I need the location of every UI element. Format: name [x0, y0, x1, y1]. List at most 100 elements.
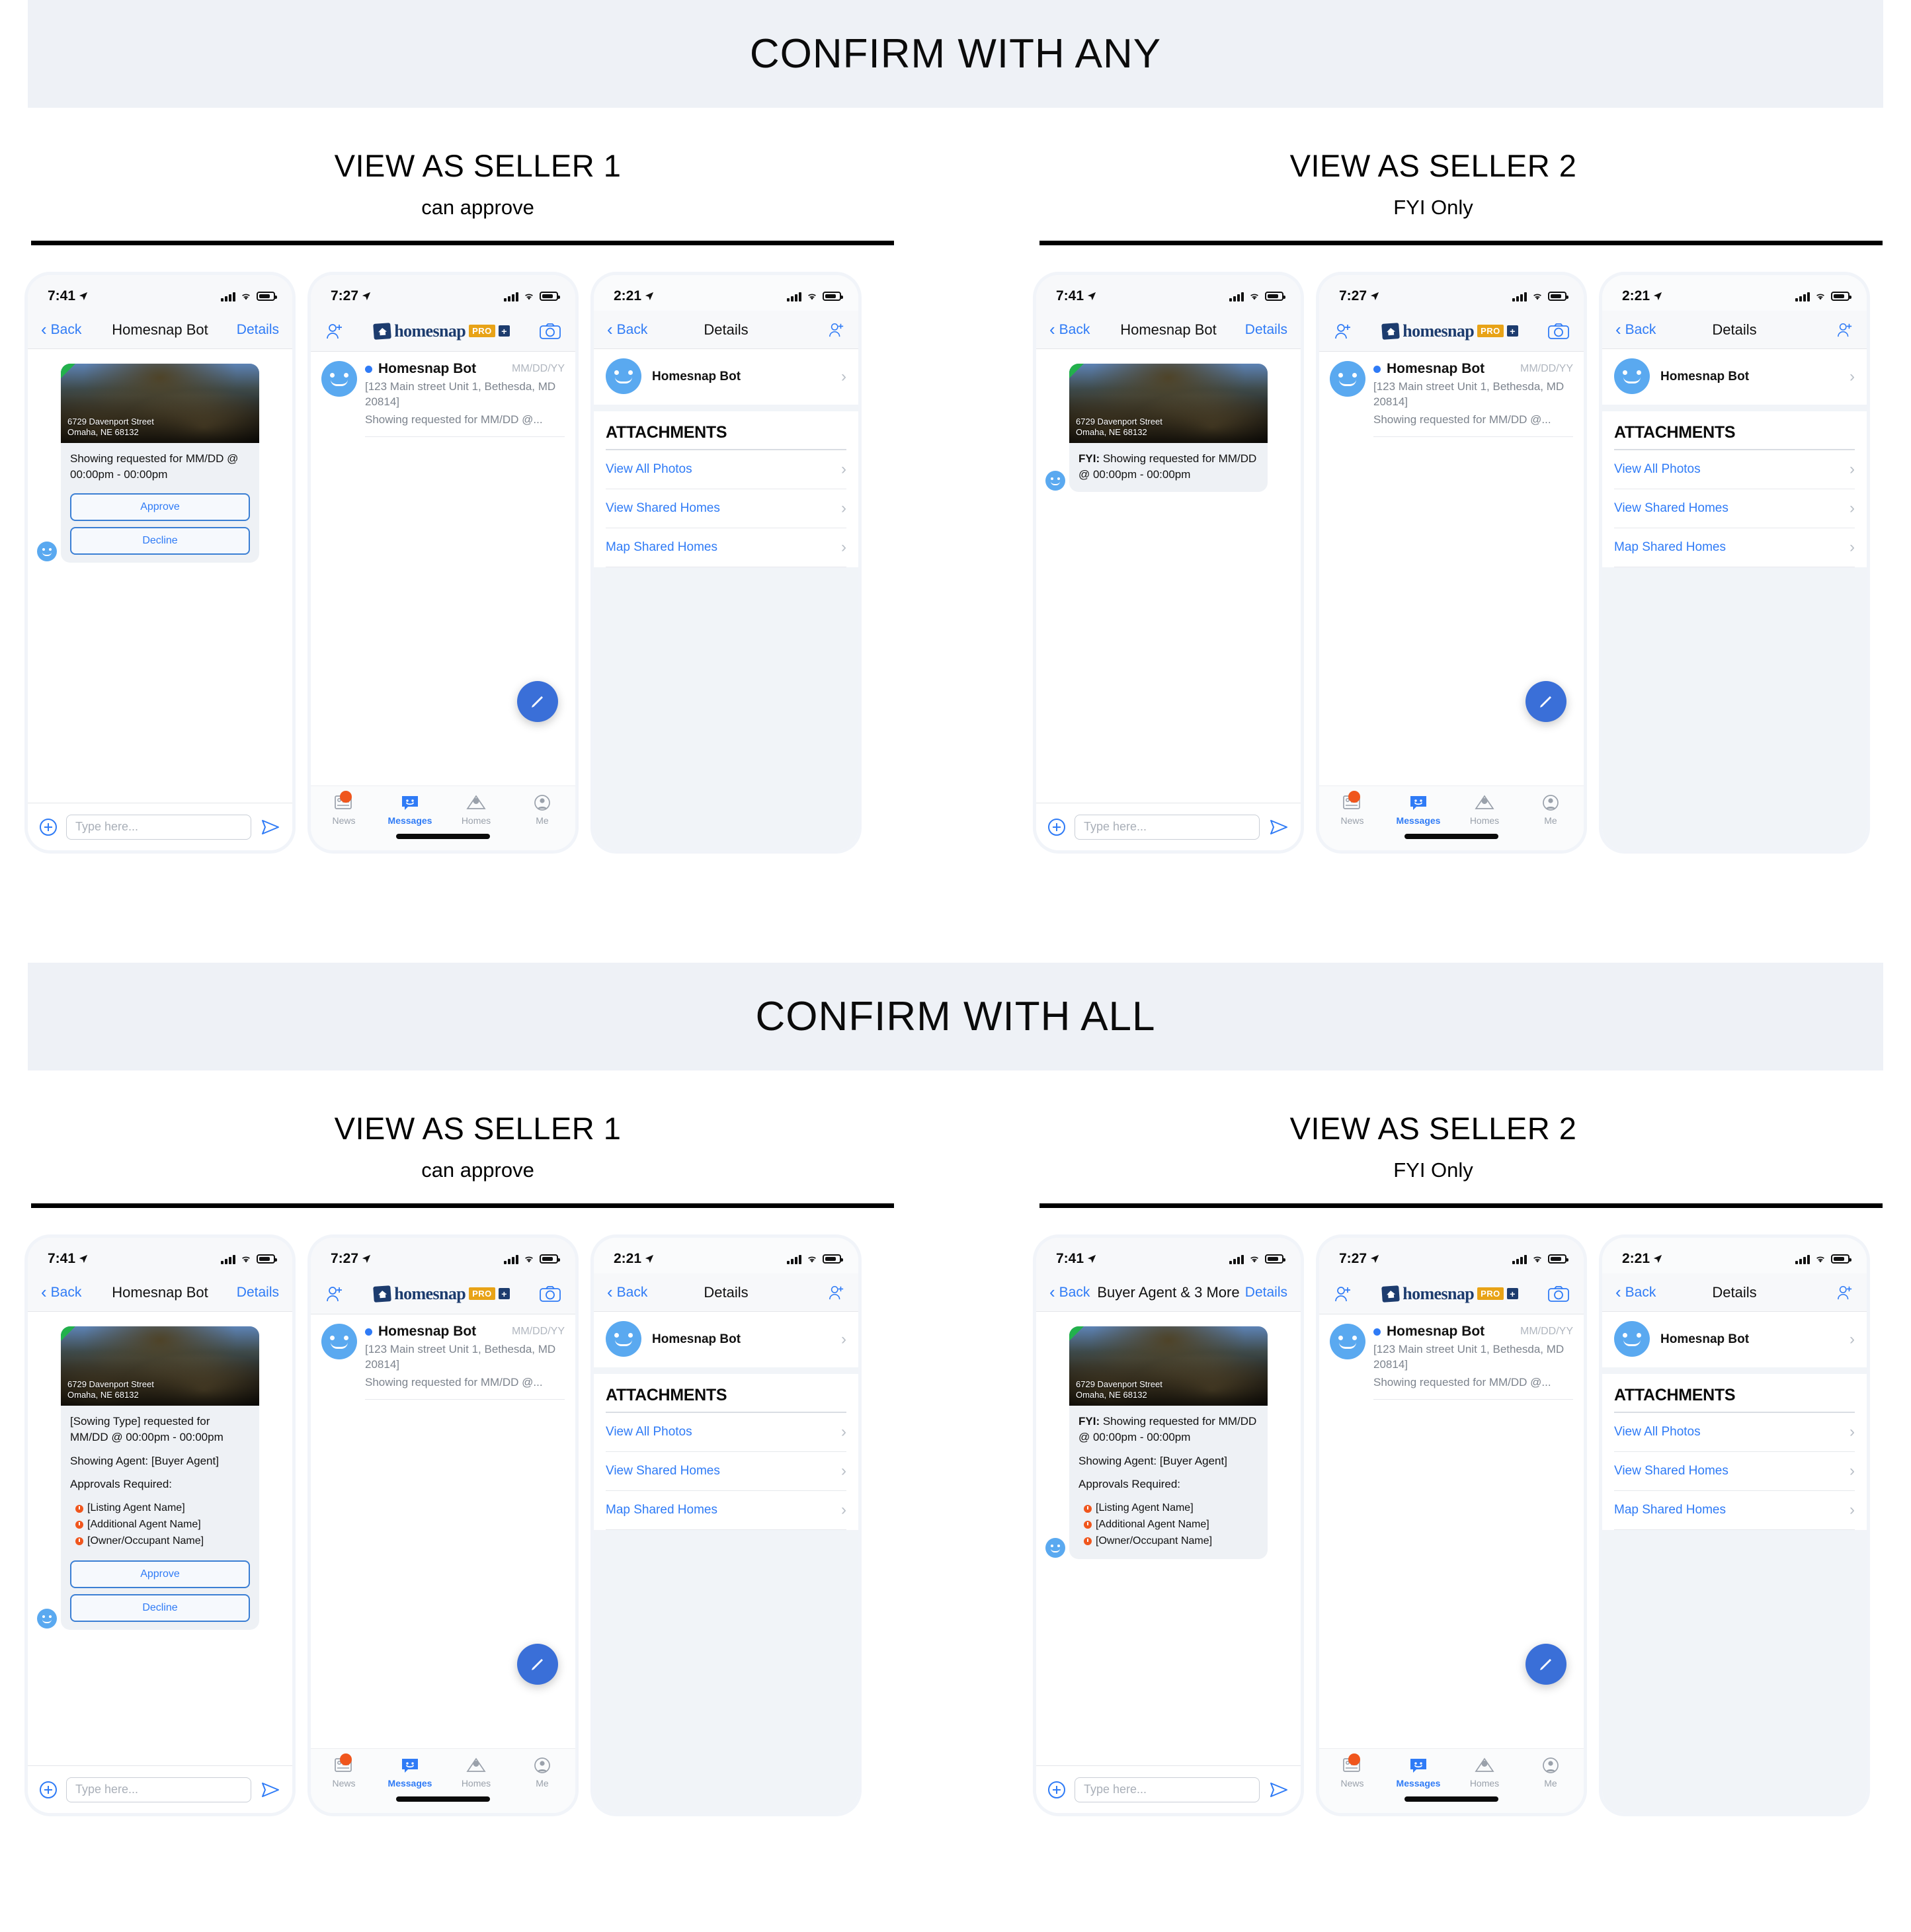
details-button[interactable]: Details: [237, 1285, 279, 1301]
back-button[interactable]: ‹ Back: [1615, 319, 1656, 340]
tab-news[interactable]: News: [311, 791, 377, 826]
camera-icon[interactable]: [1548, 1285, 1569, 1303]
news-badge: [1348, 791, 1360, 803]
attachment-row-photos[interactable]: View All Photos ›: [1614, 1413, 1855, 1452]
chevron-right-icon: ›: [841, 460, 846, 478]
details-button[interactable]: Details: [1245, 322, 1287, 338]
attachment-row-photos[interactable]: View All Photos ›: [1614, 450, 1855, 489]
message-input[interactable]: Type here...: [1075, 1777, 1260, 1802]
contact-row[interactable]: Homesnap Bot ›: [1602, 1312, 1867, 1367]
listing-photo[interactable]: 6729 Davenport Street Omaha, NE 68132: [61, 364, 259, 443]
listing-photo[interactable]: 6729 Davenport Street Omaha, NE 68132: [1069, 1326, 1268, 1406]
phone-messages-list-any-s1: 7:27 homesnap PRO + Homesnap Bot MM/DD/Y…: [311, 275, 575, 850]
location-arrow-icon: [1087, 1254, 1096, 1264]
back-button[interactable]: ‹ Back: [607, 319, 647, 340]
camera-icon[interactable]: [540, 323, 561, 340]
add-person-button[interactable]: [1836, 1285, 1853, 1301]
tab-messages[interactable]: Messages: [377, 1757, 443, 1789]
message-input[interactable]: Type here...: [1075, 814, 1260, 840]
details-button[interactable]: Details: [237, 322, 279, 338]
contact-row[interactable]: Homesnap Bot ›: [594, 349, 858, 405]
details-button[interactable]: Details: [1245, 1285, 1287, 1301]
back-button[interactable]: ‹ Back: [41, 1282, 81, 1303]
add-person-icon[interactable]: [325, 323, 344, 340]
approve-button[interactable]: Approve: [70, 493, 250, 521]
approve-button[interactable]: Approve: [70, 1560, 250, 1588]
row-label: Map Shared Homes: [1614, 1503, 1726, 1517]
message-input[interactable]: Type here...: [66, 814, 251, 840]
conversation-date: MM/DD/YY: [512, 1326, 565, 1337]
tab-me[interactable]: Me: [509, 794, 575, 826]
attachment-row-shared-homes[interactable]: View Shared Homes ›: [606, 1452, 846, 1491]
add-attachment-icon[interactable]: [1048, 818, 1065, 836]
tab-me[interactable]: Me: [1518, 794, 1584, 826]
tab-homes[interactable]: Homes: [443, 794, 509, 826]
decline-button[interactable]: Decline: [70, 526, 250, 555]
tab-messages[interactable]: Messages: [377, 794, 443, 826]
add-attachment-icon[interactable]: [40, 1781, 57, 1798]
add-person-button[interactable]: [828, 322, 845, 338]
attachment-row-map-homes[interactable]: Map Shared Homes ›: [606, 1491, 846, 1530]
chat-thread: 6729 Davenport Street Omaha, NE 68132 FY…: [1036, 1312, 1301, 1765]
list-item[interactable]: Homesnap Bot MM/DD/YY [123 Main street U…: [1319, 1314, 1584, 1400]
tab-label: Me: [536, 815, 549, 826]
add-person-button[interactable]: [828, 1285, 845, 1301]
attachment-row-shared-homes[interactable]: View Shared Homes ›: [1614, 1452, 1855, 1491]
list-item[interactable]: Homesnap Bot MM/DD/YY [123 Main street U…: [1319, 352, 1584, 438]
back-button[interactable]: ‹ Back: [607, 1282, 647, 1303]
details-sheet: Homesnap Bot › ATTACHMENTS View All Phot…: [1602, 1312, 1867, 1813]
add-person-icon[interactable]: [325, 1285, 344, 1303]
send-icon[interactable]: [261, 819, 280, 836]
list-item[interactable]: Homesnap Bot MM/DD/YY [123 Main street U…: [311, 1314, 575, 1400]
tab-me[interactable]: Me: [1518, 1757, 1584, 1789]
status-bar: 2:21: [1602, 275, 1867, 311]
attachment-row-photos[interactable]: View All Photos ›: [606, 1413, 846, 1452]
add-attachment-icon[interactable]: [1048, 1781, 1065, 1798]
list-item[interactable]: Homesnap Bot MM/DD/YY [123 Main street U…: [311, 352, 575, 438]
tab-messages[interactable]: Messages: [1385, 1757, 1451, 1789]
tab-homes[interactable]: Homes: [1451, 1757, 1518, 1789]
compose-button[interactable]: [517, 1644, 558, 1685]
send-icon[interactable]: [261, 1781, 280, 1798]
details-label: Details: [236, 321, 279, 337]
attachment-row-map-homes[interactable]: Map Shared Homes ›: [1614, 1491, 1855, 1530]
send-icon[interactable]: [1269, 819, 1289, 836]
back-button[interactable]: ‹ Back: [1049, 319, 1090, 340]
back-button[interactable]: ‹ Back: [1615, 1282, 1656, 1303]
compose-button[interactable]: [1525, 681, 1566, 722]
camera-icon[interactable]: [1548, 323, 1569, 340]
listing-photo[interactable]: 6729 Davenport Street Omaha, NE 68132: [61, 1326, 259, 1406]
camera-icon[interactable]: [540, 1285, 561, 1303]
tab-news[interactable]: News: [1319, 1753, 1385, 1789]
home-indicator: [396, 834, 490, 839]
tab-news[interactable]: News: [311, 1753, 377, 1789]
decline-button[interactable]: Decline: [70, 1593, 250, 1622]
add-attachment-icon[interactable]: [40, 818, 57, 836]
add-person-button[interactable]: [1836, 322, 1853, 338]
message-input[interactable]: Type here...: [66, 1777, 251, 1802]
tab-homes[interactable]: Homes: [443, 1757, 509, 1789]
compose-button[interactable]: [517, 681, 558, 722]
attachment-row-map-homes[interactable]: Map Shared Homes ›: [1614, 528, 1855, 567]
back-button[interactable]: ‹ Back: [41, 319, 81, 340]
add-person-icon[interactable]: [1334, 323, 1352, 340]
attachment-row-shared-homes[interactable]: View Shared Homes ›: [1614, 489, 1855, 528]
back-button[interactable]: ‹ Back: [1049, 1282, 1090, 1303]
request-line: [Sowing Type] requested for MM/DD @ 00:0…: [70, 1415, 224, 1443]
listing-photo[interactable]: 6729 Davenport Street Omaha, NE 68132: [1069, 364, 1268, 443]
tab-news[interactable]: News: [1319, 791, 1385, 826]
contact-row[interactable]: Homesnap Bot ›: [594, 1312, 858, 1367]
attachment-row-shared-homes[interactable]: View Shared Homes ›: [606, 489, 846, 528]
attachment-row-photos[interactable]: View All Photos ›: [606, 450, 846, 489]
tab-me[interactable]: Me: [509, 1757, 575, 1789]
contact-row[interactable]: Homesnap Bot ›: [1602, 349, 1867, 405]
attachment-row-map-homes[interactable]: Map Shared Homes ›: [606, 528, 846, 567]
logo-plus-badge: +: [498, 1288, 510, 1299]
address-line-1: 6729 Davenport Street: [67, 416, 154, 426]
homesnap-pro-logo: homesnap PRO +: [1381, 1284, 1518, 1304]
compose-button[interactable]: [1525, 1644, 1566, 1685]
tab-messages[interactable]: Messages: [1385, 794, 1451, 826]
tab-homes[interactable]: Homes: [1451, 794, 1518, 826]
send-icon[interactable]: [1269, 1781, 1289, 1798]
add-person-icon[interactable]: [1334, 1285, 1352, 1303]
